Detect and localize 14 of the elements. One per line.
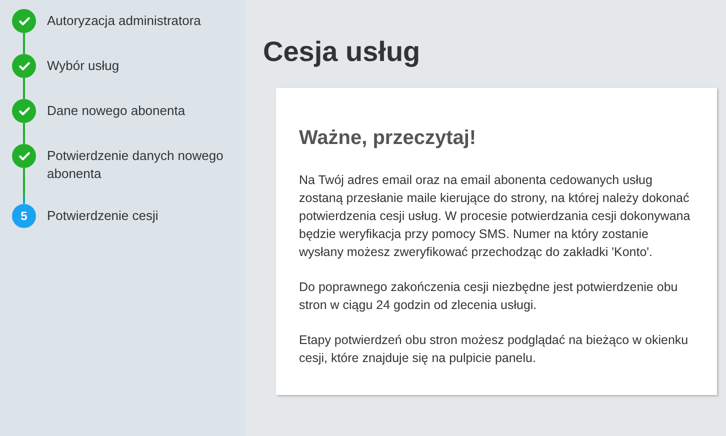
step-label: Potwierdzenie danych nowego abonenta [47,147,224,183]
page-title: Cesja usług [263,35,422,69]
check-icon [18,60,30,72]
check-icon [18,14,30,28]
step-label: Autoryzacja administratora [47,12,202,30]
step-label: Potwierdzenie cesji [47,207,160,225]
check-icon [18,104,30,118]
card-paragraph: Etapy potwierdzeń obu stron możesz podglądać na bieżąco w okienku cesji, które znajduje się na pulpicie panelu. [299,332,690,367]
card-paragraph: Na Twój adres email oraz na email abonenta cedowanych usług zostaną przesłanie maile kierujące do strony, na której należy dokonać potwierdzenia cesji usług. W procesie potwierdzania cesji dokonywana będzie weryfikacja przy pomocy SMS. Numer na który zostanie wysłany możesz zweryfikować przechodząc do zakładki 'Konto'. [299,172,692,261]
card-paragraph: Do poprawnego zakończenia cesji niezbędne jest potwierdzenie obu stron w ciągu 24 godzin od zlecenia usługi. [299,279,679,314]
check-icon [18,150,30,162]
card-heading: Ważne, przeczytaj! [299,126,478,151]
step-label: Dane nowego abonenta [47,102,186,120]
step-label: Wybór usług [47,57,120,75]
